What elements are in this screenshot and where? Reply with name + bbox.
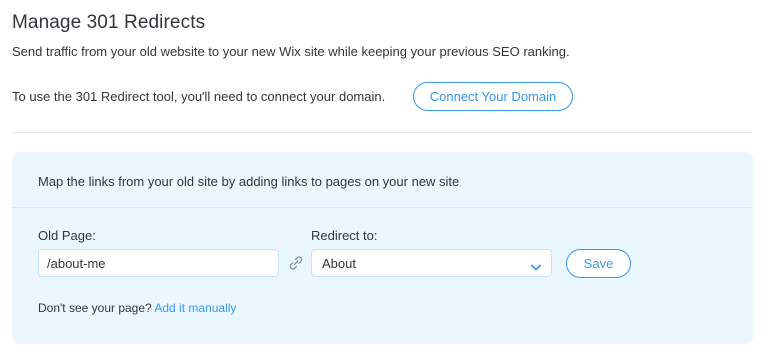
redirect-to-selected-value: About [322,256,356,271]
page-title: Manage 301 Redirects [12,12,206,33]
redirects-page: Manage 301 Redirects Send traffic from y… [0,0,768,358]
old-page-label: Old Page: [38,228,96,243]
add-manually-link[interactable]: Add it manually [154,301,236,315]
connect-domain-button[interactable]: Connect Your Domain [413,82,573,111]
page-subtitle: Send traffic from your old website to yo… [12,44,570,59]
connect-domain-text: To use the 301 Redirect tool, you'll nee… [12,89,386,104]
help-row: Don't see your page? Add it manually [38,301,236,315]
chevron-down-icon [530,259,542,271]
redirect-to-label: Redirect to: [311,228,378,243]
panel-header: Map the links from your old site by addi… [38,174,460,189]
save-button[interactable]: Save [566,249,631,278]
panel-divider [12,207,753,208]
link-icon [287,254,305,272]
redirect-to-select[interactable]: About [311,249,552,277]
help-text: Don't see your page? [38,301,152,315]
redirect-mapping-panel: Map the links from your old site by addi… [12,152,753,344]
old-page-input[interactable] [38,249,279,277]
section-divider [12,132,752,133]
connect-domain-row: To use the 301 Redirect tool, you'll nee… [12,82,752,112]
